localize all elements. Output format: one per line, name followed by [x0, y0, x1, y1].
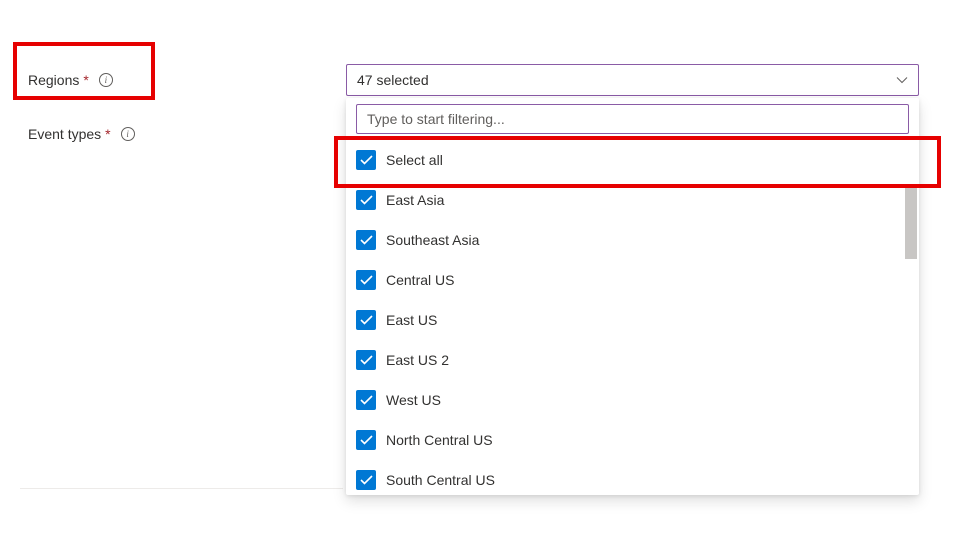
option-label: Southeast Asia: [386, 232, 479, 248]
option-north-central-us[interactable]: North Central US: [346, 420, 919, 460]
checkbox-icon: [356, 270, 376, 290]
option-east-us-2[interactable]: East US 2: [346, 340, 919, 380]
option-west-us[interactable]: West US: [346, 380, 919, 420]
option-label: Select all: [386, 152, 443, 168]
option-label: North Central US: [386, 432, 493, 448]
checkbox-icon: [356, 390, 376, 410]
option-label: South Central US: [386, 472, 495, 488]
option-label: West US: [386, 392, 441, 408]
scrollbar-thumb[interactable]: [905, 184, 917, 259]
options-list[interactable]: Select all East Asia Southeast Asia: [346, 140, 919, 495]
checkbox-icon: [356, 190, 376, 210]
option-east-us[interactable]: East US: [346, 300, 919, 340]
required-asterisk: *: [105, 126, 110, 142]
filter-input-wrap: [346, 104, 919, 140]
checkbox-icon: [356, 230, 376, 250]
regions-selected-text: 47 selected: [357, 72, 429, 88]
required-asterisk: *: [83, 72, 88, 88]
info-icon[interactable]: i: [121, 127, 135, 141]
event-types-label-group: Event types * i: [28, 118, 346, 150]
option-label: East US 2: [386, 352, 449, 368]
regions-dropdown: 47 selected Select all: [346, 64, 919, 96]
filter-input[interactable]: [356, 104, 909, 134]
checkbox-icon: [356, 310, 376, 330]
checkbox-icon: [356, 470, 376, 490]
regions-label: Regions: [28, 72, 79, 88]
chevron-down-icon: [896, 74, 908, 86]
option-southeast-asia[interactable]: Southeast Asia: [346, 220, 919, 260]
option-central-us[interactable]: Central US: [346, 260, 919, 300]
scrollbar-track[interactable]: [903, 184, 919, 495]
option-label: East US: [386, 312, 437, 328]
info-icon[interactable]: i: [99, 73, 113, 87]
option-east-asia[interactable]: East Asia: [346, 180, 919, 220]
option-south-central-us[interactable]: South Central US: [346, 460, 919, 495]
regions-label-group: Regions * i: [28, 64, 346, 96]
option-label: Central US: [386, 272, 454, 288]
checkbox-icon: [356, 150, 376, 170]
regions-dropdown-panel: Select all East Asia Southeast Asia: [346, 98, 919, 495]
option-label: East Asia: [386, 192, 444, 208]
option-select-all[interactable]: Select all: [346, 140, 919, 180]
checkbox-icon: [356, 350, 376, 370]
event-types-label: Event types: [28, 126, 101, 142]
checkbox-icon: [356, 430, 376, 450]
divider: [20, 488, 343, 489]
regions-row: Regions * i 47 selected Select all: [0, 56, 973, 96]
regions-dropdown-trigger[interactable]: 47 selected: [346, 64, 919, 96]
